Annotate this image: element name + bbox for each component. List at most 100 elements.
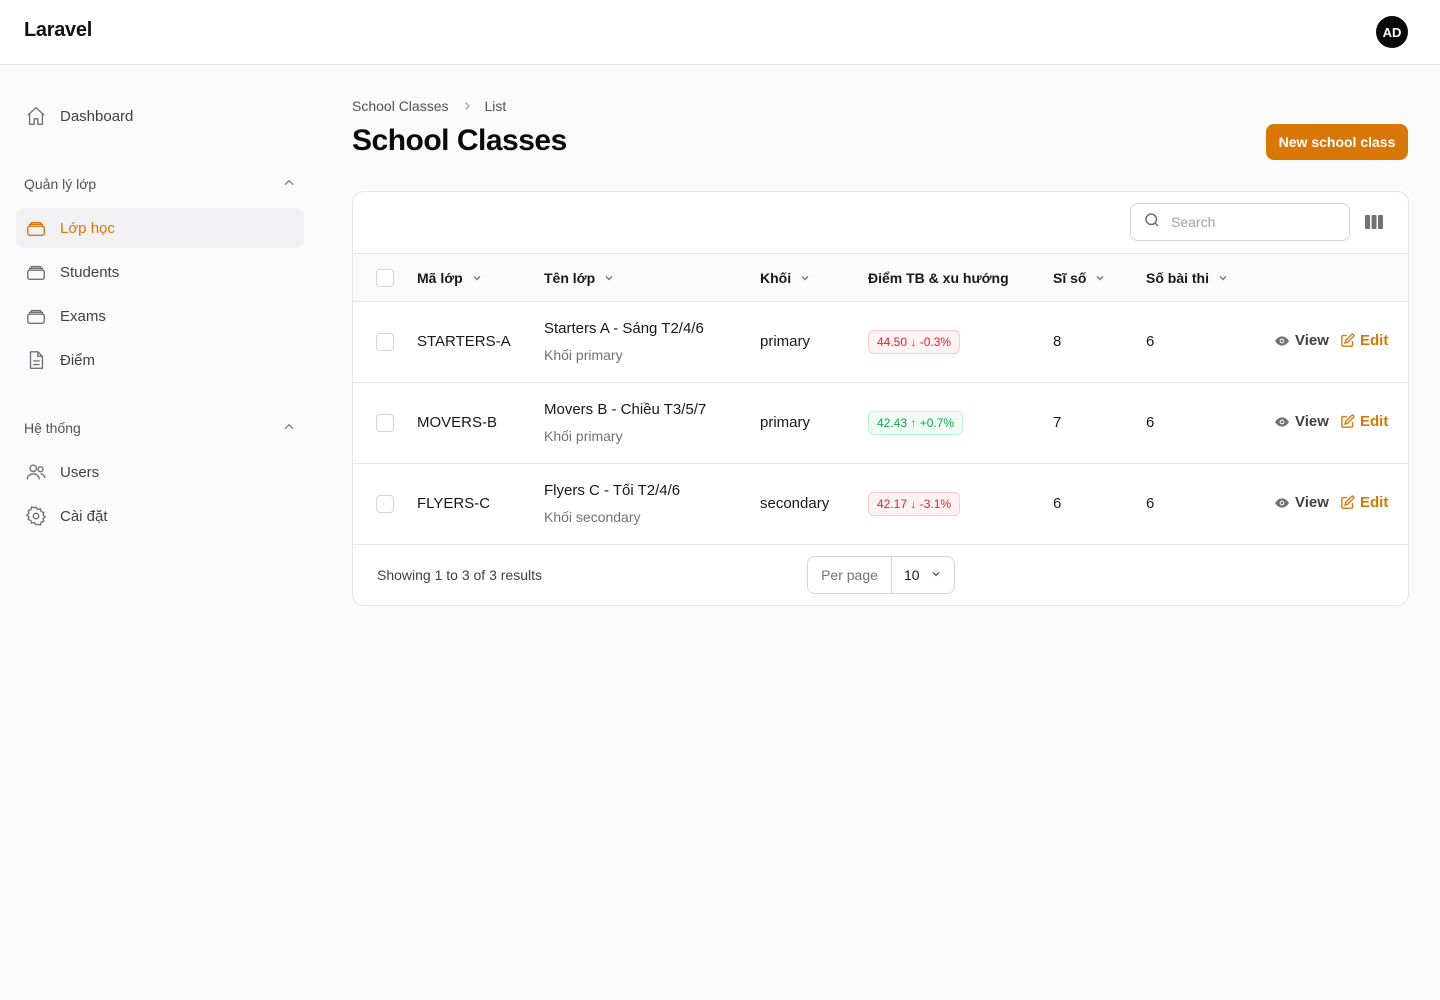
rectangle-stack-icon [24, 260, 48, 284]
row-checkbox[interactable] [376, 333, 394, 351]
eye-icon [1274, 495, 1290, 511]
exam-count: 6 [1146, 495, 1155, 512]
per-page-select[interactable]: Per page 10 [807, 556, 955, 594]
table-row[interactable]: STARTERS-A Starters A - Sáng T2/4/6 Khối… [353, 302, 1408, 383]
home-icon [24, 104, 48, 128]
class-name: Starters A - Sáng T2/4/6 [544, 320, 704, 337]
column-header-label: Điểm TB & xu hướng [868, 270, 1009, 286]
sidebar-item-exams[interactable]: Exams [16, 296, 304, 336]
column-header-students[interactable]: Sĩ số [1053, 254, 1106, 302]
per-page-dropdown[interactable]: 10 [892, 557, 954, 593]
score-trend-badge: 42.17 ↓ -3.1% [868, 492, 961, 516]
pencil-square-icon [1340, 414, 1355, 429]
column-header-label: Mã lớp [417, 270, 463, 286]
sidebar-item-label: Students [60, 263, 120, 281]
select-all-checkbox[interactable] [376, 269, 394, 287]
row-checkbox[interactable] [376, 414, 394, 432]
column-header-label: Tên lớp [544, 270, 596, 286]
student-count: 8 [1053, 333, 1062, 350]
topbar: Laravel AD [0, 0, 1440, 65]
search-field[interactable] [1130, 203, 1350, 241]
row-checkbox[interactable] [376, 495, 394, 513]
chevron-down-icon [930, 567, 942, 583]
search-icon [1143, 211, 1161, 234]
edit-button[interactable]: Edit [1340, 332, 1388, 349]
cog-icon [24, 504, 48, 528]
eye-icon [1274, 414, 1290, 430]
sidebar-item-lop-hoc[interactable]: Lớp học [16, 208, 304, 248]
brand-logo[interactable]: Laravel [24, 19, 92, 42]
view-label: View [1295, 413, 1329, 430]
student-count: 6 [1053, 495, 1062, 512]
sidebar-item-users[interactable]: Users [16, 452, 304, 492]
view-button[interactable]: View [1274, 413, 1329, 430]
column-header-label: Số bài thi [1146, 270, 1209, 286]
class-level: secondary [760, 495, 830, 512]
class-name: Movers B - Chiều T3/5/7 [544, 401, 707, 418]
sidebar-item-settings[interactable]: Cài đặt [16, 496, 304, 536]
sidebar-group-system[interactable]: Hệ thống [24, 416, 296, 440]
view-button[interactable]: View [1274, 332, 1329, 349]
exam-count: 6 [1146, 414, 1155, 431]
chevron-up-icon [282, 176, 296, 193]
view-button[interactable]: View [1274, 494, 1329, 511]
column-header-name[interactable]: Tên lớp [544, 254, 615, 302]
column-header-code[interactable]: Mã lớp [417, 254, 483, 302]
user-avatar[interactable]: AD [1376, 16, 1408, 48]
column-header-score: Điểm TB & xu hướng [868, 254, 1009, 302]
chevron-down-icon [799, 272, 811, 284]
class-level: primary [760, 333, 811, 350]
edit-label: Edit [1360, 494, 1389, 511]
class-code: FLYERS-C [417, 495, 491, 512]
chevron-down-icon [1094, 272, 1106, 284]
breadcrumb-parent[interactable]: School Classes [352, 98, 449, 114]
class-name-sub: Khối primary [544, 347, 623, 363]
edit-button[interactable]: Edit [1340, 494, 1388, 511]
chevron-right-icon [461, 100, 473, 112]
sidebar-item-diem[interactable]: Điểm [16, 340, 304, 380]
pencil-square-icon [1340, 333, 1355, 348]
class-name: Flyers C - Tối T2/4/6 [544, 482, 681, 499]
sidebar-group-classes[interactable]: Quản lý lớp [24, 172, 296, 196]
column-header-label: Sĩ số [1053, 270, 1087, 286]
chevron-down-icon [1217, 272, 1229, 284]
sidebar-item-students[interactable]: Students [16, 252, 304, 292]
eye-icon [1274, 333, 1290, 349]
pagination-summary: Showing 1 to 3 of 3 results [377, 567, 542, 583]
breadcrumb-current: List [484, 98, 507, 114]
class-code: STARTERS-A [417, 333, 511, 350]
new-school-class-button[interactable]: New school class [1266, 124, 1408, 160]
edit-label: Edit [1360, 332, 1389, 349]
table-header: Mã lớp Tên lớp Khối Điểm TB & xu hướng S… [353, 253, 1408, 302]
column-header-label: Khối [760, 270, 792, 286]
column-header-level[interactable]: Khối [760, 254, 811, 302]
columns-icon[interactable] [1364, 213, 1384, 231]
sidebar-group-label: Quản lý lớp [24, 176, 97, 192]
column-header-exams[interactable]: Số bài thi [1146, 254, 1229, 302]
exam-count: 6 [1146, 333, 1155, 350]
chevron-down-icon [471, 272, 483, 284]
view-label: View [1295, 494, 1329, 511]
score-trend-badge: 44.50 ↓ -0.3% [868, 330, 961, 354]
edit-button[interactable]: Edit [1340, 413, 1388, 430]
pencil-square-icon [1340, 495, 1355, 510]
breadcrumb: School Classes List [352, 96, 506, 116]
table-row[interactable]: MOVERS-B Movers B - Chiều T3/5/7 Khối pr… [353, 383, 1408, 464]
class-name-sub: Khối secondary [544, 509, 641, 525]
edit-label: Edit [1360, 413, 1389, 430]
sidebar-group-label: Hệ thống [24, 420, 81, 436]
student-count: 7 [1053, 414, 1062, 431]
sidebar-item-label: Lớp học [60, 219, 115, 237]
sidebar-item-label: Điểm [60, 351, 96, 369]
table-row[interactable]: FLYERS-C Flyers C - Tối T2/4/6 Khối seco… [353, 464, 1408, 545]
search-input[interactable] [1171, 214, 1331, 230]
document-icon [24, 348, 48, 372]
rectangle-stack-icon [24, 304, 48, 328]
rectangle-stack-icon [24, 216, 48, 240]
class-level: primary [760, 414, 811, 431]
chevron-up-icon [282, 420, 296, 437]
sidebar-item-dashboard[interactable]: Dashboard [16, 96, 304, 136]
sidebar-item-label: Users [60, 463, 100, 481]
class-name-sub: Khối primary [544, 428, 623, 444]
per-page-label: Per page [808, 557, 892, 593]
